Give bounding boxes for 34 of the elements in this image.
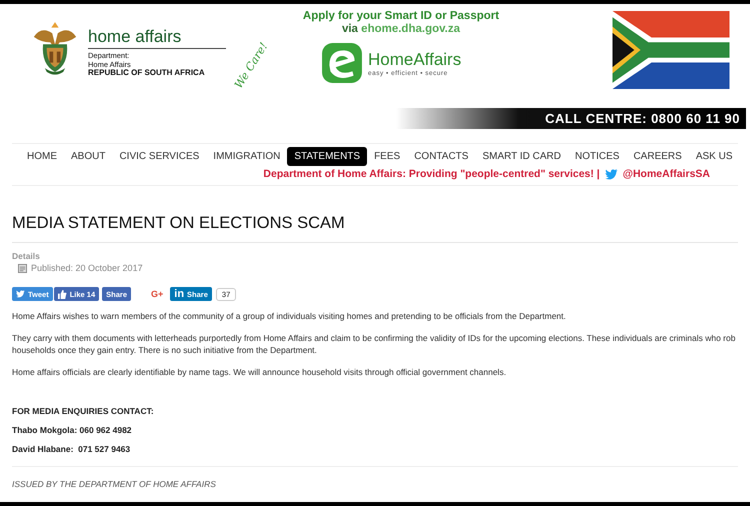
twitter-handle-link[interactable]: @HomeAffairsSA (622, 168, 710, 180)
contact-line: Thabo Mokgola: 060 962 4982 (12, 425, 133, 435)
nav-tab[interactable]: ABOUT (64, 147, 112, 166)
nav-tab[interactable]: CAREERS (626, 147, 689, 166)
calendar-icon (18, 264, 27, 272)
call-centre-banner: CALL CENTRE: 0800 60 11 90 (396, 108, 746, 129)
details-label: Details (12, 251, 41, 261)
thumbs-up-icon (58, 290, 67, 298)
issued-by-text: ISSUED BY THE DEPARTMENT OF HOME AFFAIRS (12, 479, 217, 489)
article-paragraph: Home affairs officials are clearly identifiable by name tags. We will announce household visits through official government channels. (12, 366, 508, 378)
promo-text: Apply for your Smart ID or Passport (302, 10, 500, 22)
nav-tab[interactable]: STATEMENTS (287, 147, 368, 166)
nav-tab[interactable]: CONTACTS (407, 147, 476, 166)
article-paragraph: They carry with them documents with letterheads purportedly from Home Affairs and claim to be confirming the validity of IDs for the upcoming elections. These individuals are criminals who rob households once they gain entry. There is no such initiative from the Department. (12, 332, 736, 356)
nav-tab[interactable]: CIVIC SERVICES (112, 147, 206, 166)
article-paragraph: Home Affairs wishes to warn members of the community of a group of individuals visiting homes and pretending to be officials from the Department. (12, 310, 567, 322)
published-date: Published: 20 October 2017 (31, 263, 143, 273)
nav-tab[interactable]: FEES (367, 147, 408, 166)
nav-tab[interactable]: NOTICES (568, 147, 626, 166)
contact-line: David Hlabane: 071 527 9463 (12, 444, 132, 454)
country-name: REPUBLIC OF SOUTH AFRICA (88, 69, 206, 78)
nav-tab[interactable]: HOME (20, 147, 64, 166)
bird-icon (16, 290, 25, 298)
tagline-text: Department of Home Affairs: Providing "people-centred" services! | (263, 168, 600, 180)
contact-heading: FOR MEDIA ENQUIRIES CONTACT: (12, 406, 155, 416)
nav-tab[interactable]: SMART ID CARD (475, 147, 568, 166)
nav-tab[interactable]: IMMIGRATION (206, 147, 288, 166)
ehome-logo-icon (320, 42, 364, 84)
agency-name: home affairs (88, 28, 182, 46)
nav-tab[interactable]: ASK US (688, 147, 740, 166)
bird-icon (604, 168, 618, 180)
article-title: MEDIA STATEMENT ON ELECTIONS SCAM (12, 214, 346, 233)
promo-prefix: via (342, 23, 358, 35)
ehome-name: HomeAffairs (368, 50, 462, 70)
